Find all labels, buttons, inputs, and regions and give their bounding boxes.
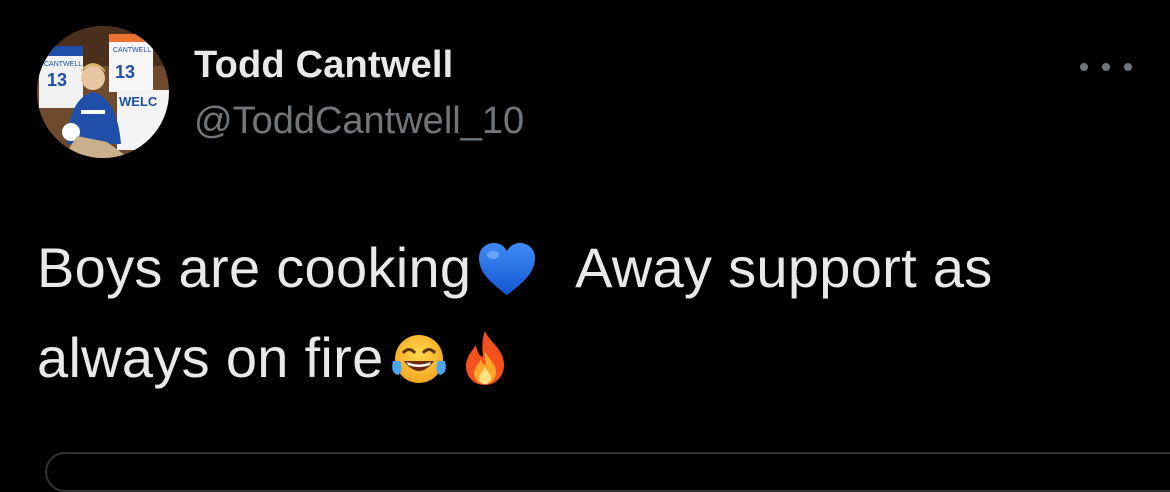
tweet-text-part3: always on fire xyxy=(37,326,384,389)
avatar-banner-text: WELC xyxy=(119,94,158,109)
avatar-shirt-number-left: 13 xyxy=(47,70,67,90)
more-options-button[interactable] xyxy=(1080,52,1132,82)
more-dot-icon xyxy=(1102,63,1110,71)
tweet-text: Boys are cooking Away support as always o… xyxy=(37,228,1137,408)
avatar-shirt-name-left: CANTWELL xyxy=(44,61,82,68)
tweet: CANTWELL 13 CANTWELL 13 WELC Todd Cantwe… xyxy=(0,0,1170,492)
blue-heart-icon xyxy=(477,238,537,318)
avatar[interactable]: CANTWELL 13 CANTWELL 13 WELC xyxy=(37,26,169,158)
tweet-text-part2: Away support as xyxy=(575,236,993,299)
more-dot-icon xyxy=(1124,63,1132,71)
fire-icon xyxy=(460,328,510,408)
tears-of-joy-icon xyxy=(390,328,448,408)
more-dot-icon xyxy=(1080,63,1088,71)
avatar-shirt-name-right: CANTWELL xyxy=(113,47,151,54)
tweet-text-part1: Boys are cooking xyxy=(37,236,472,299)
avatar-photo: CANTWELL 13 CANTWELL 13 WELC xyxy=(37,26,169,158)
avatar-shirt-number-right: 13 xyxy=(115,62,135,82)
author-handle[interactable]: @ToddCantwell_10 xyxy=(194,100,524,143)
reply-box-edge xyxy=(45,452,1170,492)
author-name[interactable]: Todd Cantwell xyxy=(194,44,453,87)
